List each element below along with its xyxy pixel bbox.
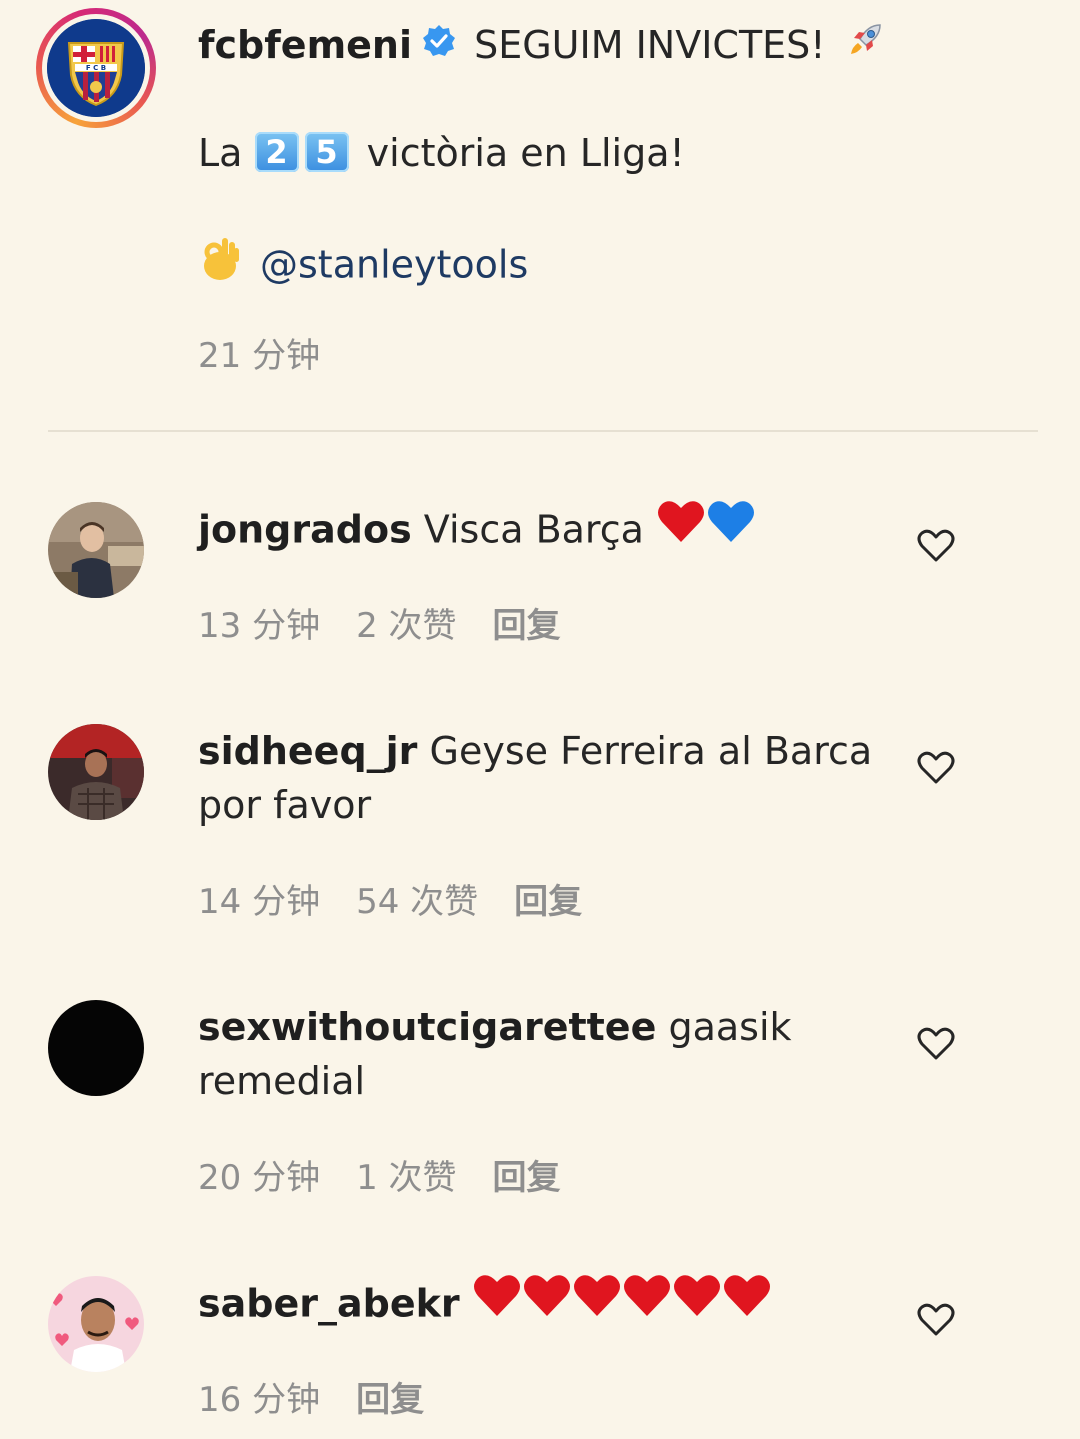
avatar[interactable]	[48, 502, 144, 598]
red-heart-icon	[622, 1272, 672, 1332]
comment-time: 16 分钟	[198, 1380, 321, 1420]
caption-la: La	[198, 131, 243, 175]
avatar[interactable]	[48, 724, 144, 820]
heart-outline-icon	[917, 1027, 955, 1060]
story-ring-avatar[interactable]: F C B	[36, 8, 156, 128]
caption-second-line: La 25 victòria en Lliga!	[198, 130, 685, 176]
comment-username[interactable]: sidheeq_jr	[198, 729, 417, 773]
comment-meta: 14 分钟 54 次赞 回复	[198, 882, 618, 922]
blue-heart-icon	[706, 498, 756, 558]
red-heart-icon	[656, 498, 706, 558]
comment-username[interactable]: jongrados	[198, 508, 412, 552]
fcb-crest-icon: F C B	[47, 19, 145, 117]
caption-time: 21 分钟	[198, 336, 321, 376]
ok-hand-icon	[198, 234, 242, 292]
red-heart-icon	[722, 1272, 772, 1332]
heart-outline-icon	[917, 1303, 955, 1336]
comment-likes[interactable]: 1 次赞	[356, 1158, 456, 1198]
reply-button[interactable]: 回复	[493, 606, 561, 646]
avatar[interactable]	[48, 1000, 144, 1096]
caption-username[interactable]: fcbfemeni	[198, 23, 412, 67]
red-heart-icon	[522, 1272, 572, 1332]
keycap-digit-a: 2	[254, 131, 299, 172]
divider	[48, 430, 1038, 432]
caption-text-line1: SEGUIM INVICTES!	[474, 23, 826, 67]
caption-mention-link[interactable]: @stanleytools	[260, 243, 528, 287]
like-comment-button[interactable]	[916, 1024, 956, 1064]
comment-meta: 20 分钟 1 次赞 回复	[198, 1158, 597, 1198]
comment-body: sidheeq_jr Geyse Ferreira al Barca por f…	[198, 724, 878, 832]
like-comment-button[interactable]	[916, 748, 956, 788]
comment-time: 14 分钟	[198, 882, 321, 922]
caption-meta: 21 分钟	[198, 336, 356, 376]
comment-likes[interactable]: 2 次赞	[356, 606, 456, 646]
comment-likes[interactable]: 54 次赞	[356, 882, 478, 922]
rocket-icon	[846, 19, 886, 69]
heart-outline-icon	[917, 751, 955, 784]
like-comment-button[interactable]	[916, 1300, 956, 1340]
red-heart-icon	[472, 1272, 522, 1332]
comment-username[interactable]: sexwithoutcigarettee	[198, 1005, 656, 1049]
verified-badge-icon	[422, 22, 456, 68]
comment-body: jongrados Visca Barça	[198, 501, 878, 562]
red-heart-icon	[572, 1272, 622, 1332]
comment-body: sexwithoutcigarettee gaasik remedial	[198, 1000, 878, 1108]
comment-meta: 13 分钟 2 次赞 回复	[198, 606, 597, 646]
reply-button[interactable]: 回复	[356, 1380, 424, 1420]
comment-time: 13 分钟	[198, 606, 321, 646]
like-comment-button[interactable]	[916, 526, 956, 566]
caption-first-line: fcbfemeni SEGUIM INVICTES!	[198, 22, 886, 73]
comment-text: Visca Barça	[423, 507, 644, 552]
caption-third-line: @stanleytools	[198, 238, 528, 296]
comment-username[interactable]: saber_abekr	[198, 1282, 460, 1326]
avatar[interactable]	[48, 1276, 144, 1372]
reply-button[interactable]: 回复	[493, 1158, 561, 1198]
comment-body: saber_abekr	[198, 1275, 878, 1336]
heart-outline-icon	[917, 529, 955, 562]
svg-text:F C B: F C B	[86, 64, 106, 72]
reply-button[interactable]: 回复	[514, 882, 582, 922]
keycap-digit-b: 5	[304, 131, 349, 172]
caption-victory-text: victòria en Lliga!	[366, 131, 685, 175]
comment-meta: 16 分钟 回复	[198, 1380, 460, 1420]
red-hearts-row	[472, 1275, 772, 1326]
red-heart-icon	[672, 1272, 722, 1332]
comment-time: 20 分钟	[198, 1158, 321, 1198]
